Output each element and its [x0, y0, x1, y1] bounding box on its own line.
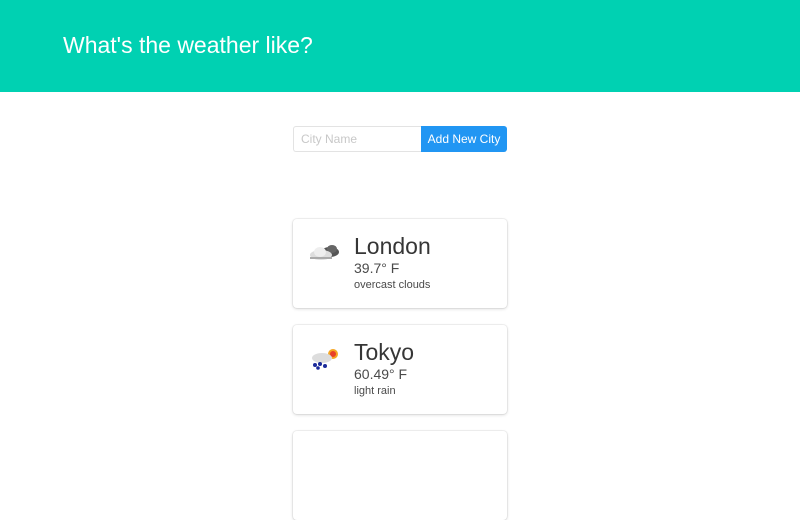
- header-banner: What's the weather like?: [0, 0, 800, 92]
- city-temperature: 60.49° F: [354, 366, 408, 382]
- weather-description: overcast clouds: [354, 279, 431, 291]
- city-name: Tokyo: [354, 339, 415, 365]
- add-new-city-button[interactable]: Add New City: [421, 126, 507, 152]
- add-city-form: Add New City: [293, 126, 507, 152]
- city-name-input[interactable]: [293, 126, 421, 152]
- city-name: London: [354, 233, 431, 259]
- overcast-clouds-icon: [310, 245, 339, 260]
- light-rain-sun-icon: [312, 349, 338, 370]
- weather-description: light rain: [354, 385, 396, 397]
- city-card-partial: [293, 431, 507, 520]
- city-card-london: London 39.7° F overcast clouds: [293, 219, 507, 308]
- city-card-tokyo: Tokyo 60.49° F light rain: [293, 325, 507, 414]
- page-title: What's the weather like?: [63, 32, 313, 58]
- city-temperature: 39.7° F: [354, 260, 400, 276]
